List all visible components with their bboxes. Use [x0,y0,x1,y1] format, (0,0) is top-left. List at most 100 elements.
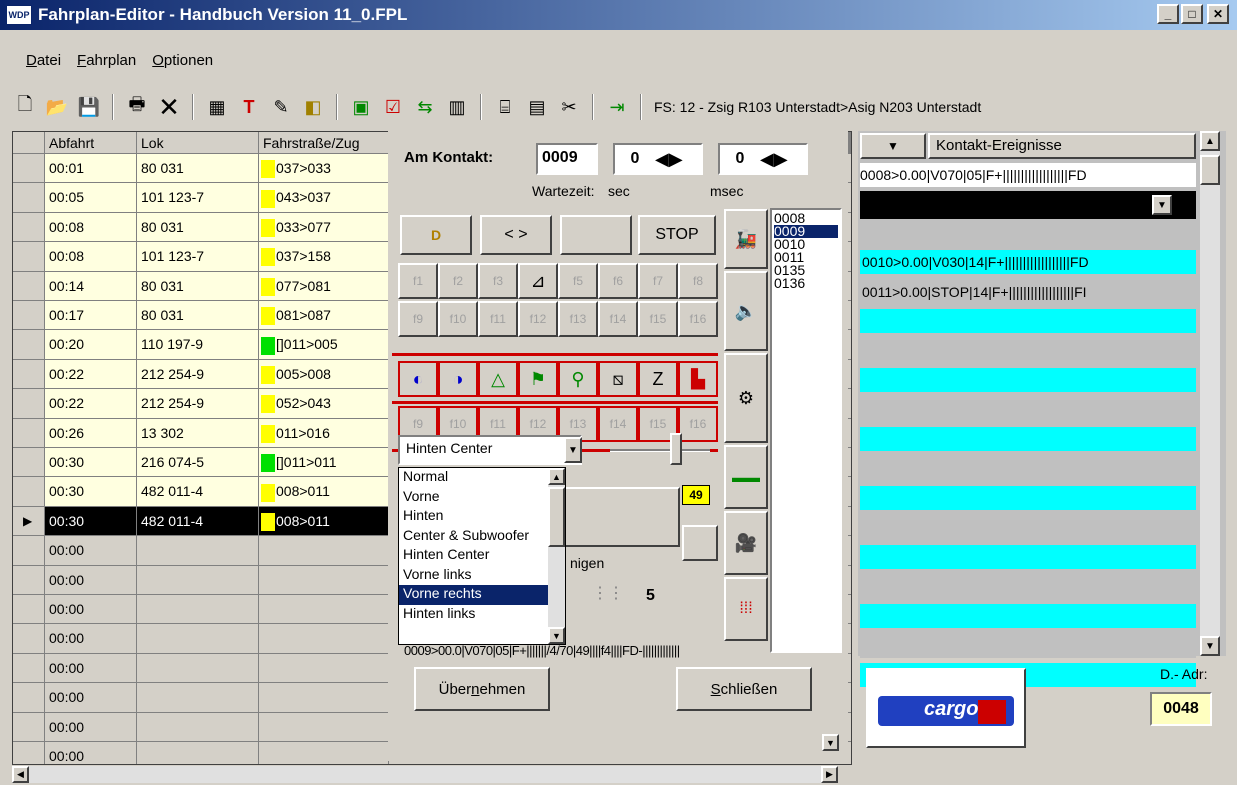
events-scroll-up-icon[interactable]: ▲ [1200,131,1220,151]
events-scroll-thumb[interactable] [1200,155,1220,185]
cell-abfahrt[interactable]: 00:00 [45,742,137,764]
function-button-f1[interactable]: f1 [398,263,438,299]
cell-abfahrt[interactable]: 00:00 [45,653,137,684]
cell-fahrstrasse[interactable]: []011>011 [259,448,389,478]
cell-fahrstrasse[interactable]: 011>016 [259,418,389,448]
exit-icon[interactable]: ⇥ [602,92,632,122]
row-header[interactable] [13,595,45,625]
sound-option[interactable]: Vorne [399,488,565,508]
events-scrollbar[interactable]: ▲ ▼ [1200,131,1220,656]
cell-lok[interactable]: 482 011-4 [137,477,259,507]
kontakt-input[interactable]: 0009 [536,143,598,175]
crane-icon[interactable]: ⚙ [724,353,768,443]
cell-fahrstrasse[interactable]: 052>043 [259,389,389,419]
cell-abfahrt[interactable]: 00:22 [45,359,137,390]
ubernehmen-button[interactable]: Über n ehmen [414,667,550,711]
cell-fahrstrasse[interactable] [259,536,389,566]
cell-fahrstrasse[interactable] [259,653,389,684]
cell-lok[interactable] [137,565,259,595]
cell-abfahrt[interactable]: 00:00 [45,536,137,566]
new-file-icon[interactable]: 🗋 [10,92,40,122]
cell-fahrstrasse[interactable]: 081>087 [259,301,389,331]
cell-lok[interactable]: 101 123-7 [137,183,259,213]
sound-option[interactable]: Hinten Center [399,546,565,566]
cell-abfahrt[interactable]: 00:08 [45,242,137,272]
cell-lok[interactable]: 80 031 [137,212,259,243]
cell-fahrstrasse[interactable]: 043>037 [259,183,389,213]
row-header[interactable] [13,154,45,184]
dropdown-arrow-icon[interactable]: ▼ [564,437,582,463]
event-row[interactable] [860,604,1196,628]
cell-lok[interactable]: 80 031 [137,271,259,301]
scissors-icon[interactable]: ✂ [554,92,584,122]
close-button[interactable]: ✕ [1207,4,1229,24]
event-row[interactable] [860,397,1196,422]
row-pointer-icon[interactable]: ▶ [13,506,45,537]
pencil-icon[interactable]: ✎ [266,92,296,122]
coupling-icon[interactable]: ⚲ [558,361,598,397]
function-button-f14[interactable]: f14 [598,406,638,442]
msec-arrows-icon[interactable]: ◀▶ [760,149,788,170]
msec-spinner[interactable]: 0 ◀▶ [718,143,808,175]
function-button-f13[interactable]: f13 [558,301,598,337]
row-header[interactable] [13,301,45,331]
cell-fahrstrasse[interactable]: 077>081 [259,271,389,301]
cell-fahrstrasse[interactable] [259,565,389,595]
row-header[interactable] [13,418,45,448]
events-dropdown-icon[interactable]: ▼ [860,133,926,159]
cell-abfahrt[interactable]: 00:00 [45,595,137,625]
ramp-up-icon[interactable]: Z [638,361,678,397]
scroll-right-icon[interactable]: ▶ [821,766,838,783]
volume-slider-track[interactable] [610,449,710,452]
cell-lok[interactable] [137,653,259,684]
row-header[interactable] [13,183,45,213]
function-button-f12[interactable]: f12 [518,301,558,337]
delete-x-icon[interactable]: ✕ [154,92,184,122]
sound-option[interactable]: Center & Subwoofer [399,527,565,547]
cell-lok[interactable] [137,595,259,625]
dots-grid-icon[interactable]: ⁞⁞⁞ [724,577,768,641]
cell-abfahrt[interactable]: 00:01 [45,154,137,184]
cell-abfahrt[interactable]: 00:00 [45,624,137,654]
cell-lok[interactable]: 80 031 [137,154,259,184]
cell-fahrstrasse[interactable] [259,742,389,764]
save-disk-icon[interactable]: 💾 [74,92,104,122]
direction-button[interactable]: < > [480,215,552,255]
cell-lok[interactable]: 212 254-9 [137,389,259,419]
row-header[interactable] [13,683,45,713]
small-button[interactable] [682,525,718,561]
text-tool-icon[interactable]: T [234,92,264,122]
row-header[interactable] [13,653,45,684]
blank-button[interactable] [560,215,632,255]
row-header[interactable] [13,624,45,654]
cell-abfahrt[interactable]: 00:05 [45,183,137,213]
cell-fahrstrasse[interactable]: 037>158 [259,242,389,272]
sec-arrows-icon[interactable]: ◀▶ [655,149,683,170]
event-row[interactable] [860,633,1196,658]
row-header[interactable] [13,212,45,243]
grid-scroll-down-icon[interactable]: ▼ [822,734,839,751]
cell-fahrstrasse[interactable]: 008>011 [259,477,389,507]
sound-option[interactable]: Hinten links [399,605,565,625]
cell-fahrstrasse[interactable]: 008>011 [259,506,389,537]
schliessen-button[interactable]: Schließen [676,667,812,711]
light-rear-icon[interactable]: ◑ [438,361,478,397]
cell-abfahrt[interactable]: 00:00 [45,712,137,742]
event-row[interactable] [860,515,1196,540]
flag-icon[interactable]: ⚑ [518,361,558,397]
loco-red-icon[interactable]: ▙ [678,361,718,397]
function-button-f10[interactable]: f10 [438,301,478,337]
function-button-f16[interactable]: f16 [678,406,718,442]
cell-abfahrt[interactable]: 00:30 [45,506,137,537]
function-button-f9[interactable]: f9 [398,301,438,337]
cell-lok[interactable] [137,624,259,654]
stop-button[interactable]: STOP [638,215,716,255]
row-header[interactable] [13,359,45,390]
cell-abfahrt[interactable]: 00:20 [45,330,137,360]
sound-option[interactable]: Hinten [399,507,565,527]
open-folder-icon[interactable]: 📂 [42,92,72,122]
event-row[interactable]: 0010>0.00|V030|14|F+||||||||||||||||||FD [860,250,1196,274]
cell-lok[interactable] [137,712,259,742]
event-row[interactable] [860,220,1196,245]
event-row[interactable] [860,338,1196,363]
